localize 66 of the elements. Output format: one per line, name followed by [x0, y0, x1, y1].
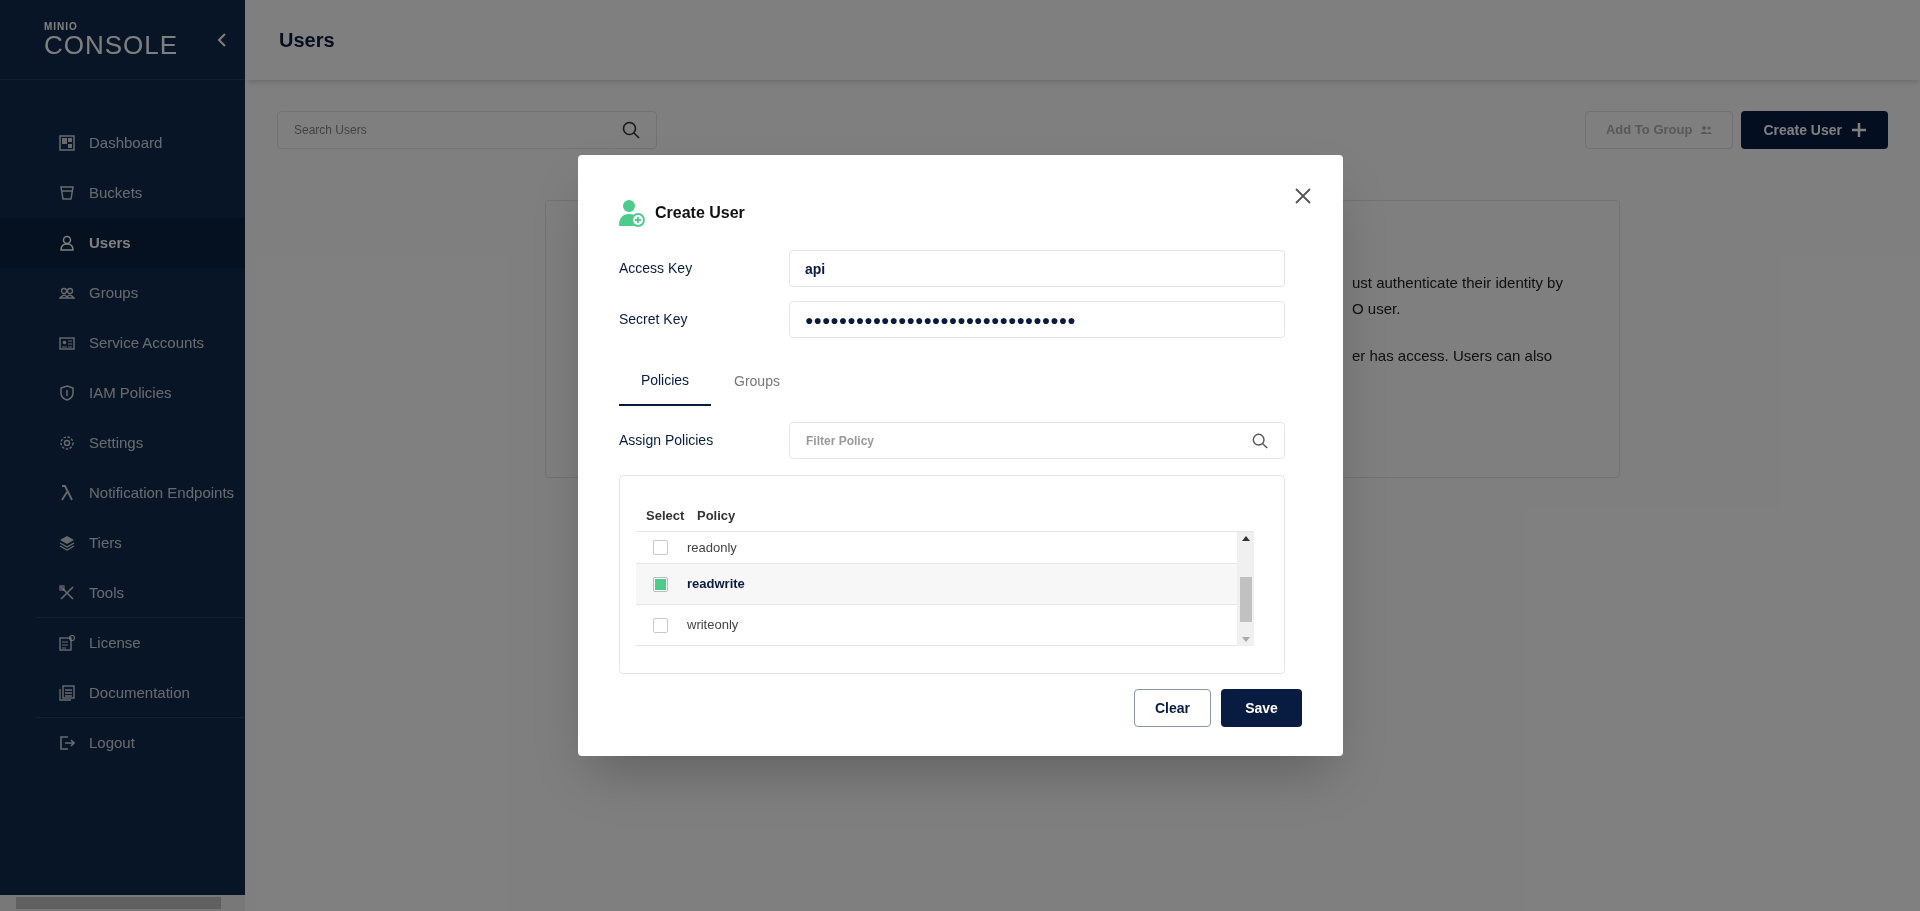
settings-icon — [59, 435, 75, 451]
field-label: Assign Policies — [619, 431, 715, 450]
sidebar-item[interactable]: Settings — [0, 418, 245, 468]
tab[interactable]: Policies — [619, 356, 711, 406]
sidebar-item[interactable]: Service Accounts — [0, 318, 245, 368]
table-cell-text: writeonly — [687, 616, 739, 635]
group-icon — [1700, 125, 1713, 135]
group-icon — [59, 285, 75, 301]
sidebar-item[interactable]: Notification Endpoints — [0, 468, 245, 518]
license-icon — [59, 635, 75, 651]
add-user-icon — [619, 199, 645, 227]
search-field[interactable]: Search Users — [277, 111, 657, 149]
page-title: Users — [279, 28, 335, 53]
checkbox[interactable] — [653, 540, 668, 555]
paragraph-text: er has access. Users can also — [1352, 346, 1554, 366]
scrollbar[interactable] — [1237, 532, 1254, 646]
sidebar-item[interactable]: Tools — [0, 568, 245, 618]
filter-input[interactable]: Filter Policy — [806, 431, 1206, 450]
sidebar-item[interactable]: Dashboard — [0, 118, 245, 168]
id-card-icon — [59, 335, 75, 351]
tab[interactable]: Groups — [711, 356, 803, 406]
shield-icon — [59, 385, 75, 401]
logo-text: MINIO — [44, 21, 79, 32]
input-field[interactable]: ●●●●●●●●●●●●●●●●●●●●●●●●●●●●●●●● — [789, 301, 1285, 338]
dialog-title: Create User — [655, 203, 745, 223]
column-header: Policy — [697, 507, 736, 526]
clear-button[interactable]: Clear — [1134, 689, 1211, 727]
sidebar-item[interactable]: License — [36, 618, 244, 668]
paragraph-text: ust authenticate their identity by — [1352, 273, 1564, 293]
dashboard-icon — [59, 135, 75, 151]
table-cell-text: readwrite — [687, 575, 745, 594]
checkbox[interactable] — [653, 617, 668, 633]
search-input[interactable]: Search Users — [294, 121, 594, 139]
field-label: Access Key — [619, 259, 694, 278]
layers-icon — [59, 535, 75, 551]
input-field[interactable]: api — [789, 250, 1285, 287]
create-user-button[interactable]: Create User — [1741, 111, 1888, 149]
sidebar-item[interactable]: Users — [0, 218, 245, 268]
user-icon — [59, 235, 75, 251]
table-cell-text: readonly — [687, 538, 737, 557]
collapse-icon[interactable] — [217, 32, 227, 47]
checkbox[interactable] — [653, 576, 668, 592]
lambda-icon — [59, 485, 75, 501]
logout-icon — [59, 735, 75, 751]
search-icon — [1252, 432, 1268, 449]
sidebar-item[interactable]: Documentation — [36, 668, 244, 718]
scrollbar[interactable] — [0, 895, 245, 911]
close-button[interactable] — [1295, 188, 1311, 204]
sidebar-item[interactable]: IAM Policies — [0, 368, 245, 418]
plus-icon — [1852, 123, 1866, 137]
scroll-down-icon[interactable] — [1241, 637, 1250, 642]
sidebar-item[interactable]: Logout — [36, 718, 244, 768]
scroll-up-icon[interactable] — [1241, 536, 1250, 541]
document-icon — [59, 685, 75, 701]
save-button[interactable]: Save — [1221, 689, 1302, 727]
field-label: Secret Key — [619, 310, 689, 329]
logo-text: CONSOLE — [44, 31, 179, 58]
column-header: Select — [646, 507, 686, 526]
paragraph-text: O user. — [1352, 299, 1402, 319]
bucket-icon — [59, 185, 75, 201]
search-icon — [622, 121, 640, 139]
sidebar-item[interactable]: Groups — [0, 268, 245, 318]
sidebar-item[interactable]: Buckets — [0, 168, 245, 218]
filter-field[interactable]: Filter Policy — [789, 422, 1285, 459]
tools-icon — [59, 585, 75, 601]
sidebar-item[interactable]: Tiers — [0, 518, 245, 568]
